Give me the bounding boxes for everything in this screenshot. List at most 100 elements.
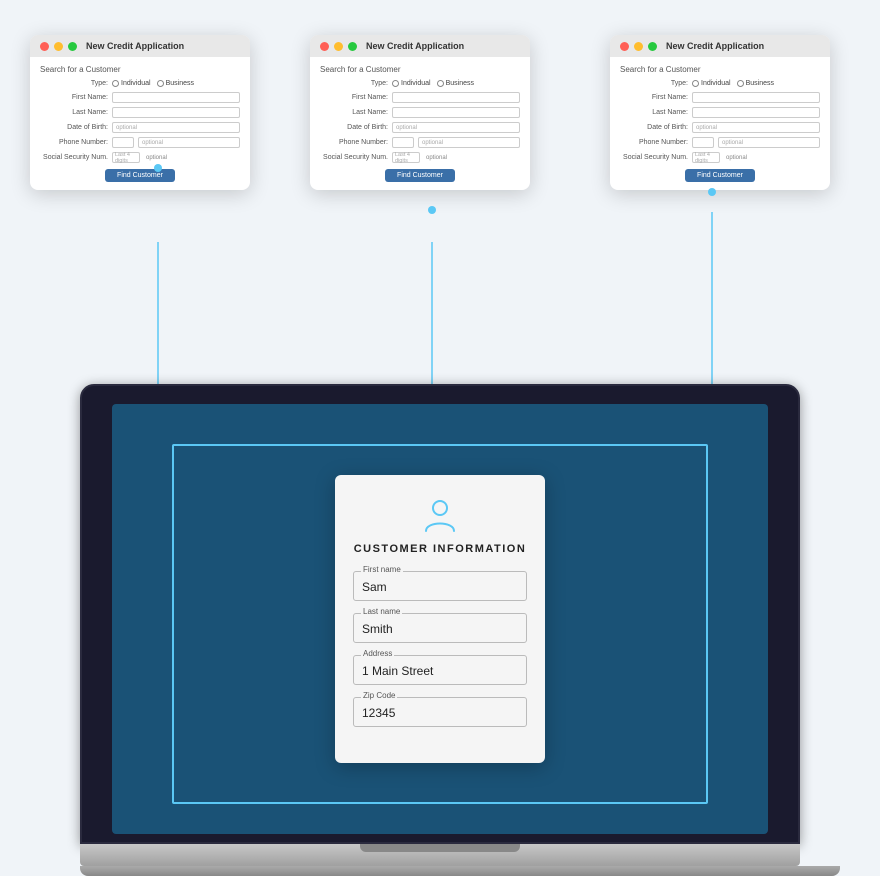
dob-row-3: Date of Birth: optional (620, 122, 820, 133)
card-field-address: Address 1 Main Street (353, 655, 527, 685)
radio-circle-1 (112, 80, 119, 87)
dob-input-3[interactable]: optional (692, 122, 820, 133)
find-customer-btn-1[interactable]: Find Customer (105, 169, 175, 182)
field-label-2: Address (361, 649, 394, 658)
radio-circle-5 (692, 80, 699, 87)
radio-circle-2 (157, 80, 164, 87)
lastname-label-1: Last Name: (40, 109, 108, 116)
win3-section: Search for a Customer (620, 65, 820, 74)
phone-select-2[interactable] (392, 137, 414, 148)
phone-label-3: Phone Number: (620, 139, 688, 146)
ssn-optional-1: optional (146, 155, 167, 161)
win1-body: Search for a Customer Type: Individual B… (30, 57, 250, 190)
dob-row-2: Date of Birth: optional (320, 122, 520, 133)
field-label-0: First name (361, 565, 403, 574)
phone-label-2: Phone Number: (320, 139, 388, 146)
radio-individual-1: Individual (112, 80, 151, 87)
dob-label-3: Date of Birth: (620, 124, 688, 131)
customer-card: Customer Information First name Sam Last… (335, 475, 545, 763)
dob-input-1[interactable]: optional (112, 122, 240, 133)
mini-window-3: New Credit Application Search for a Cust… (610, 35, 830, 190)
field-box-3[interactable]: 12345 (353, 697, 527, 727)
ssn-input-3[interactable]: Last 4 digits (692, 152, 720, 163)
firstname-row-1: First Name: (40, 92, 240, 103)
lastname-label-2: Last Name: (320, 109, 388, 116)
radio-business-3: Business (737, 80, 774, 87)
person-icon (420, 495, 460, 535)
field-label-3: Zip Code (361, 691, 397, 700)
phone-row-3: Phone Number: optional (620, 137, 820, 148)
dob-input-2[interactable]: optional (392, 122, 520, 133)
lastname-row-2: Last Name: (320, 107, 520, 118)
radio-business-1: Business (157, 80, 194, 87)
field-box-2[interactable]: 1 Main Street (353, 655, 527, 685)
firstname-label-3: First Name: (620, 94, 688, 101)
win2-title: New Credit Application (366, 41, 464, 51)
ssn-input-2[interactable]: Last 4 digits (392, 152, 420, 163)
radio-circle-3 (392, 80, 399, 87)
titlebar-3: New Credit Application (610, 35, 830, 57)
type-row-3: Type: Individual Business (620, 80, 820, 87)
card-field-lastname: Last name Smith (353, 613, 527, 643)
dob-label-2: Date of Birth: (320, 124, 388, 131)
card-field-firstname: First name Sam (353, 571, 527, 601)
titlebar-2: New Credit Application (310, 35, 530, 57)
phone-row-2: Phone Number: optional (320, 137, 520, 148)
find-customer-btn-3[interactable]: Find Customer (685, 169, 755, 182)
firstname-input-3[interactable] (692, 92, 820, 103)
dob-row-1: Date of Birth: optional (40, 122, 240, 133)
phone-input-1[interactable]: optional (138, 137, 240, 148)
laptop-base (80, 844, 800, 866)
card-field-zip: Zip Code 12345 (353, 697, 527, 727)
tl-green-3 (648, 42, 657, 51)
field-box-1[interactable]: Smith (353, 613, 527, 643)
laptop-screen-outer: Customer Information First name Sam Last… (80, 384, 800, 844)
lastname-input-1[interactable] (112, 107, 240, 118)
tl-red-1 (40, 42, 49, 51)
win3-title: New Credit Application (666, 41, 764, 51)
win1-title: New Credit Application (86, 41, 184, 51)
titlebar-1: New Credit Application (30, 35, 250, 57)
tl-yellow-2 (334, 42, 343, 51)
firstname-input-1[interactable] (112, 92, 240, 103)
phone-select-1[interactable] (112, 137, 134, 148)
field-box-0[interactable]: Sam (353, 571, 527, 601)
phone-input-3[interactable]: optional (718, 137, 820, 148)
win2-body: Search for a Customer Type: Individual B… (310, 57, 530, 190)
lastname-label-3: Last Name: (620, 109, 688, 116)
field-value-1: Smith (362, 622, 393, 636)
dob-label-1: Date of Birth: (40, 124, 108, 131)
radio-circle-6 (737, 80, 744, 87)
firstname-row-2: First Name: (320, 92, 520, 103)
win1-section: Search for a Customer (40, 65, 240, 74)
phone-input-2[interactable]: optional (418, 137, 520, 148)
card-icon-area (353, 495, 527, 535)
laptop-bottom (80, 866, 840, 876)
tl-yellow-3 (634, 42, 643, 51)
ssn-label-2: Social Security Num. (320, 154, 388, 161)
card-title: Customer Information (353, 543, 527, 555)
ssn-label-1: Social Security Num. (40, 154, 108, 161)
ssn-row-3: Social Security Num. Last 4 digits optio… (620, 152, 820, 163)
win3-body: Search for a Customer Type: Individual B… (610, 57, 830, 190)
ssn-input-1[interactable]: Last 4 digits (112, 152, 140, 163)
tl-red-3 (620, 42, 629, 51)
firstname-label-1: First Name: (40, 94, 108, 101)
field-label-1: Last name (361, 607, 402, 616)
find-customer-btn-2[interactable]: Find Customer (385, 169, 455, 182)
ssn-row-1: Social Security Num. Last 4 digits optio… (40, 152, 240, 163)
lastname-input-2[interactable] (392, 107, 520, 118)
win2-section: Search for a Customer (320, 65, 520, 74)
phone-select-3[interactable] (692, 137, 714, 148)
firstname-input-2[interactable] (392, 92, 520, 103)
tl-green-1 (68, 42, 77, 51)
lastname-row-1: Last Name: (40, 107, 240, 118)
field-value-2: 1 Main Street (362, 664, 433, 678)
type-label-3: Type: (620, 80, 688, 87)
ssn-optional-3: optional (726, 155, 747, 161)
lastname-input-3[interactable] (692, 107, 820, 118)
radio-circle-4 (437, 80, 444, 87)
radio-business-2: Business (437, 80, 474, 87)
tl-yellow-1 (54, 42, 63, 51)
phone-label-1: Phone Number: (40, 139, 108, 146)
